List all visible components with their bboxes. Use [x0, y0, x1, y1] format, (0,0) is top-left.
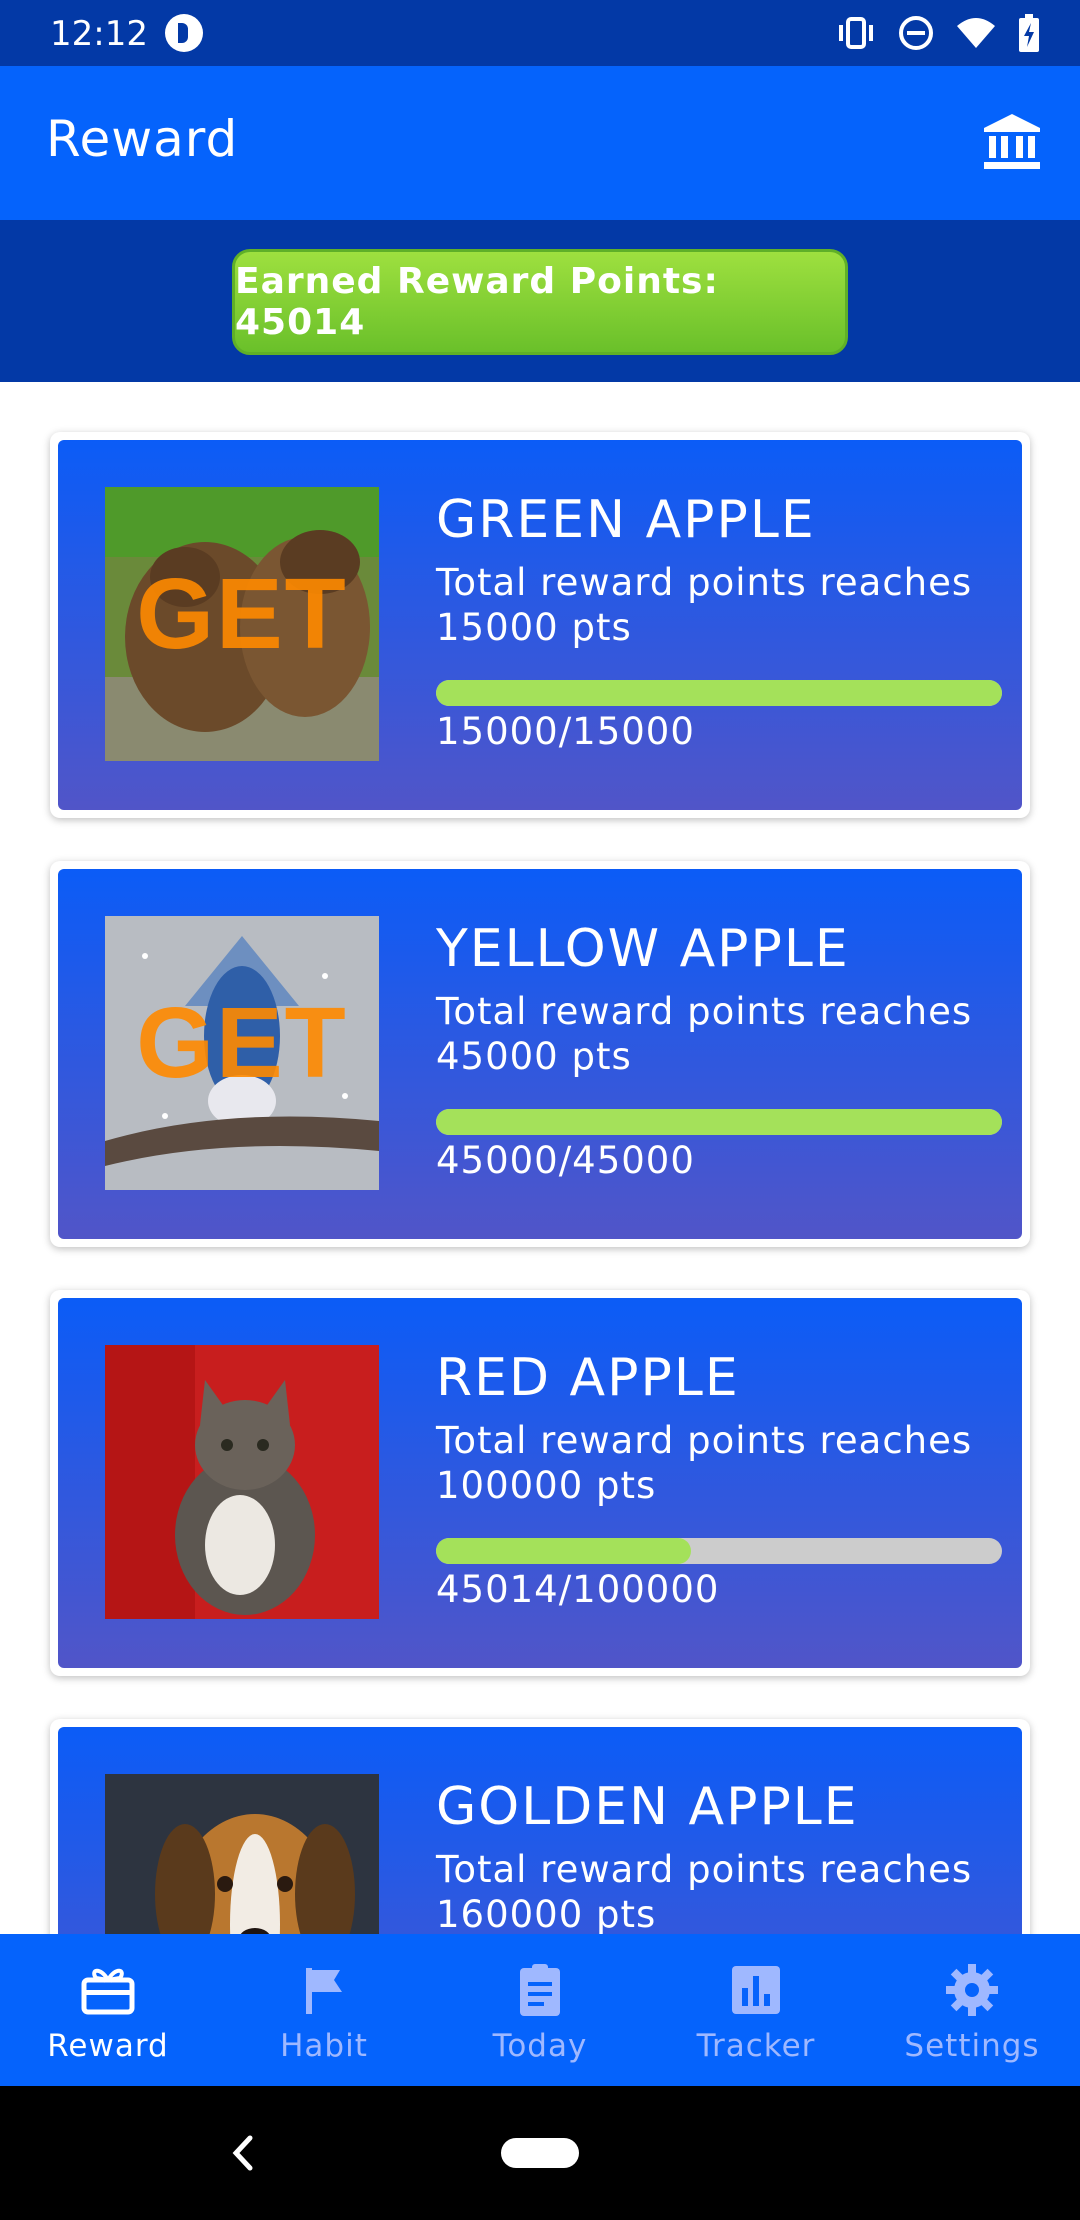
flag-icon	[306, 1968, 342, 2014]
reward-target-points: 160000 pts	[436, 1893, 657, 1934]
home-pill-button[interactable]	[501, 2138, 579, 2168]
reward-description: Total reward points reaches 45000 pts	[436, 989, 996, 1079]
bottom-navigation: Reward Habit Today Tracker Settings	[0, 1934, 1080, 2086]
nav-label: Habit	[280, 2028, 368, 2064]
nav-item-settings[interactable]: Settings	[864, 1934, 1080, 2086]
progress-fill	[436, 1538, 691, 1564]
progress-fill	[436, 680, 1002, 706]
bar-chart-icon	[732, 1966, 780, 2014]
reward-card-body: GOLDEN APPLE Total reward points reaches…	[58, 1727, 1022, 1934]
bank-icon[interactable]	[980, 110, 1044, 174]
reward-card-yellow-apple[interactable]: GET YELLOW APPLE Total reward points rea…	[50, 861, 1030, 1247]
reward-progress-text: 15000/15000	[436, 710, 695, 753]
reward-target-points: 100000 pts	[436, 1464, 657, 1507]
reward-progress-text: 45014/100000	[436, 1568, 720, 1611]
reward-description-line: Total reward points reaches	[436, 1848, 973, 1891]
nav-label: Settings	[904, 2028, 1040, 2064]
reward-description: Total reward points reaches 100000 pts	[436, 1418, 996, 1508]
reward-card-red-apple[interactable]: RED APPLE Total reward points reaches 10…	[50, 1290, 1030, 1676]
reward-target-points: 45000 pts	[436, 1035, 632, 1078]
reward-description-line: Total reward points reaches	[436, 561, 973, 604]
status-icons	[836, 12, 1040, 54]
reward-image-bears: GET	[105, 487, 379, 761]
reward-card-body: RED APPLE Total reward points reaches 10…	[58, 1298, 1022, 1668]
reward-description-line: Total reward points reaches	[436, 1419, 973, 1462]
reward-card-body: GET YELLOW APPLE Total reward points rea…	[58, 869, 1022, 1239]
earned-points-button[interactable]: Earned Reward Points: 45014	[232, 249, 848, 355]
reward-image-beagle	[105, 1774, 379, 1934]
reward-image-kitten	[105, 1345, 379, 1619]
reward-description: Total reward points reaches 160000 pts	[436, 1847, 996, 1934]
reward-progress-bar	[436, 1538, 1002, 1564]
reward-name: RED APPLE	[436, 1348, 740, 1408]
nav-item-habit[interactable]: Habit	[216, 1934, 432, 2086]
reward-card-body: GET GREEN APPLE Total reward points reac…	[58, 440, 1022, 810]
battery-charging-icon	[1019, 14, 1039, 52]
status-bar: 12:12	[0, 0, 1080, 66]
reward-card-golden-apple[interactable]: GOLDEN APPLE Total reward points reaches…	[50, 1719, 1030, 1934]
reward-name: YELLOW APPLE	[436, 919, 850, 979]
reward-progress-text: 45000/45000	[436, 1139, 695, 1182]
do-not-disturb-icon	[899, 16, 933, 50]
get-badge: GET	[136, 558, 348, 670]
points-banner: Earned Reward Points: 45014	[0, 220, 1080, 382]
nav-item-reward[interactable]: Reward	[0, 1934, 216, 2086]
reward-progress-bar	[436, 1109, 1002, 1135]
reward-image-blue-jay: GET	[105, 916, 379, 1190]
back-icon[interactable]	[222, 2128, 262, 2178]
reward-list[interactable]: GET GREEN APPLE Total reward points reac…	[0, 382, 1080, 1934]
reward-description: Total reward points reaches 15000 pts	[436, 560, 996, 650]
nav-item-today[interactable]: Today	[432, 1934, 648, 2086]
get-badge: GET	[136, 987, 348, 1099]
gear-icon	[946, 1964, 998, 2016]
nav-label: Reward	[47, 2028, 169, 2064]
reward-name: GREEN APPLE	[436, 490, 816, 550]
nav-item-tracker[interactable]: Tracker	[648, 1934, 864, 2086]
reward-target-points: 15000 pts	[436, 606, 632, 649]
clipboard-icon	[520, 1964, 560, 2016]
progress-fill	[436, 1109, 1002, 1135]
page-title: Reward	[46, 110, 239, 168]
reward-card-green-apple[interactable]: GET GREEN APPLE Total reward points reac…	[50, 432, 1030, 818]
app-notification-icon	[165, 14, 203, 52]
status-time: 12:12	[50, 14, 148, 54]
vibrate-icon	[839, 17, 873, 49]
nav-label: Tracker	[696, 2028, 816, 2064]
app-bar: Reward	[0, 66, 1080, 220]
system-navigation-bar	[0, 2086, 1080, 2220]
nav-label: Today	[492, 2028, 588, 2064]
gift-icon	[81, 1968, 135, 2015]
reward-progress-bar	[436, 680, 1002, 706]
wifi-icon	[957, 18, 995, 48]
reward-name: GOLDEN APPLE	[436, 1777, 859, 1837]
reward-description-line: Total reward points reaches	[436, 990, 973, 1033]
